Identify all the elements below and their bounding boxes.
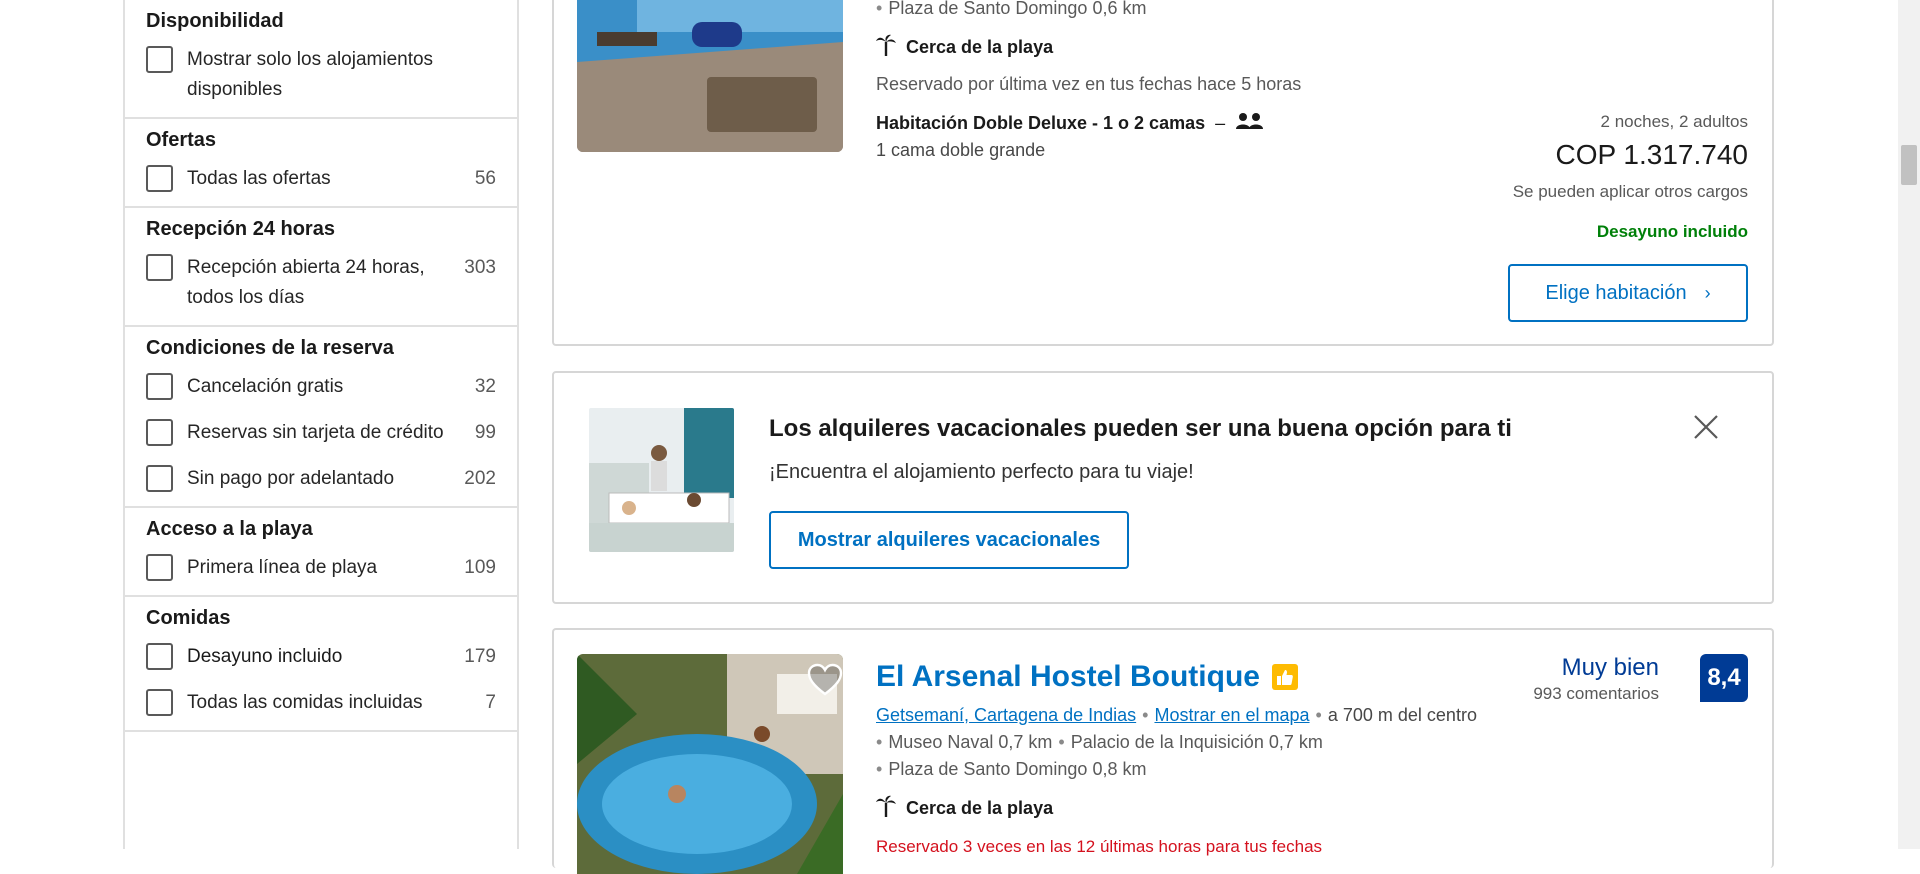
room-info: Habitación Doble Deluxe - 1 o 2 camas – [876, 112, 1265, 135]
filter-count: 303 [464, 257, 496, 278]
hotel-name-row: El Arsenal Hostel Boutique [876, 660, 1298, 694]
filter-count: 109 [464, 557, 496, 578]
hotel-photo-pool[interactable] [577, 0, 843, 152]
filter-label: Cancelación gratis [187, 376, 344, 397]
landmarks-row-2: • Plaza de Santo Domingo 0,8 km [876, 759, 1147, 779]
filter-checkbox[interactable] [146, 554, 173, 581]
filter-checkbox[interactable] [146, 254, 173, 281]
filter-label: Mostrar solo los alojamientos disponible… [187, 49, 434, 100]
room-name: Habitación Doble Deluxe - 1 o 2 camas [876, 113, 1206, 133]
filter-checkbox[interactable] [146, 689, 173, 716]
filter-section: Comidas Desayuno incluido 179 Todas las com… [125, 597, 517, 732]
filter-label: Desayuno incluido [187, 646, 343, 667]
area-link[interactable]: Getsemaní, Cartagena de Indias [876, 705, 1136, 726]
thumbs-up-icon [1271, 664, 1298, 690]
filter-checkbox[interactable] [146, 373, 173, 400]
filter-count: 56 [474, 168, 496, 189]
vacation-rentals-promo: Los alquileres vacacionales pueden ser u… [552, 371, 1774, 604]
filter-section: Acceso a la playa Primera línea de playa 1… [125, 508, 517, 597]
filter-checkbox[interactable] [146, 46, 173, 73]
show-on-map-link[interactable]: Mostrar en el mapa [1154, 705, 1309, 726]
filter-section: Ofertas Todas las ofertas 56 [125, 119, 517, 208]
filter-checkbox[interactable] [146, 643, 173, 670]
last-booked: Reservado por última vez en tus fechas h… [876, 74, 1302, 94]
filter-section-title: Acceso a la playa [146, 518, 313, 540]
filter-section-title: Ofertas [146, 129, 217, 151]
filter-option[interactable]: Primera línea de playa 109 [146, 553, 496, 583]
filter-count: 7 [485, 692, 496, 713]
landmarks-row-1: • Museo Naval 0,7 km • Palacio de la Inquis… [876, 732, 1323, 752]
filter-option[interactable]: Cancelación gratis 32 [146, 372, 496, 402]
filter-section-title: Disponibilidad [146, 10, 284, 32]
distance-to-center: a 700 m del centro [1327, 705, 1477, 725]
filter-label: Primera línea de playa [187, 557, 378, 578]
promo-title: Los alquileres vacacionales pueden ser u… [769, 415, 1512, 442]
rating-word: Muy bien [1561, 654, 1659, 681]
price: COP 1.317.740 [1555, 139, 1748, 170]
hotel-card-1: • Plaza de Santo Domingo 0,6 km Cerca de … [552, 0, 1774, 346]
palm-tree-icon [876, 34, 896, 61]
landmark: • Plaza de Santo Domingo 0,6 km [876, 0, 1147, 18]
chevron-right-icon: › [1704, 282, 1711, 303]
choose-room-button[interactable]: Elige habitación › [1508, 264, 1748, 322]
palm-tree-icon [876, 795, 896, 822]
filter-option[interactable]: Reservas sin tarjeta de crédito 99 [146, 418, 496, 448]
extra-charges: Se pueden aplicar otros cargos [1512, 182, 1748, 201]
filter-section: Condiciones de la reserva Cancelación gra… [125, 327, 517, 508]
stay-summary: 2 noches, 2 adultos [1600, 112, 1748, 131]
filter-count: 202 [464, 468, 496, 489]
beach-info: Cerca de la playa [876, 34, 1053, 61]
show-vacation-rentals-button[interactable]: Mostrar alquileres vacacionales [769, 511, 1129, 569]
heart-icon[interactable] [807, 663, 843, 697]
scrollbar-thumb[interactable] [1901, 145, 1917, 185]
beach-info: Cerca de la playa [876, 795, 1053, 822]
review-count: 993 comentarios [1533, 684, 1659, 703]
filter-label: Todas las ofertas [187, 168, 331, 189]
filter-section-title: Recepción 24 horas [146, 218, 335, 240]
recent-bookings: Reservado 3 veces en las 12 últimas hora… [876, 837, 1323, 856]
guests-icon [1235, 112, 1265, 135]
promo-subtitle: ¡Encuentra el alojamiento perfecto para … [769, 461, 1194, 483]
filter-section-title: Comidas [146, 607, 231, 629]
filter-option[interactable]: Todas las ofertas 56 [146, 164, 496, 194]
filter-option[interactable]: Desayuno incluido 179 [146, 642, 496, 672]
page-scrollbar[interactable] [1898, 0, 1920, 849]
filter-option[interactable]: Sin pago por adelantado 202 [146, 464, 496, 494]
bed-type: 1 cama doble grande [876, 140, 1046, 160]
filters-sidebar: Disponibilidad Mostrar solo los alojamien… [123, 0, 519, 849]
filter-label: Todas las comidas incluidas [187, 692, 423, 713]
breakfast-included: Desayuno incluido [1596, 222, 1748, 241]
filter-option[interactable]: Recepción abierta 24 horas, todos los dí… [146, 253, 496, 313]
filter-section: Disponibilidad Mostrar solo los alojamien… [125, 0, 517, 119]
hotel-photo[interactable] [577, 654, 843, 874]
promo-image [589, 408, 734, 552]
review-summary: Muy bien 993 comentarios [1533, 654, 1659, 704]
filter-count: 99 [474, 422, 496, 443]
filter-section-title: Condiciones de la reserva [146, 337, 394, 359]
filter-option[interactable]: Mostrar solo los alojamientos disponible… [146, 45, 496, 105]
review-score[interactable]: 8,4 [1700, 654, 1748, 702]
filter-count: 179 [464, 646, 496, 667]
location-row: Getsemaní, Cartagena de Indias • Mostrar… [876, 705, 1477, 726]
filter-section: Recepción 24 horas Recepción abierta 24 h… [125, 208, 517, 327]
filter-checkbox[interactable] [146, 465, 173, 492]
filter-checkbox[interactable] [146, 419, 173, 446]
filter-checkbox[interactable] [146, 165, 173, 192]
hotel-name-link[interactable]: El Arsenal Hostel Boutique [876, 660, 1260, 694]
close-icon[interactable] [1692, 413, 1720, 441]
hotel-card-2: El Arsenal Hostel Boutique Muy bien 993 … [552, 628, 1774, 874]
filter-label: Recepción abierta 24 horas, todos los dí… [187, 257, 425, 308]
filter-label: Reservas sin tarjeta de crédito [187, 422, 444, 443]
filter-count: 32 [474, 376, 496, 397]
filter-option[interactable]: Todas las comidas incluidas 7 [146, 688, 496, 718]
filter-label: Sin pago por adelantado [187, 468, 395, 489]
